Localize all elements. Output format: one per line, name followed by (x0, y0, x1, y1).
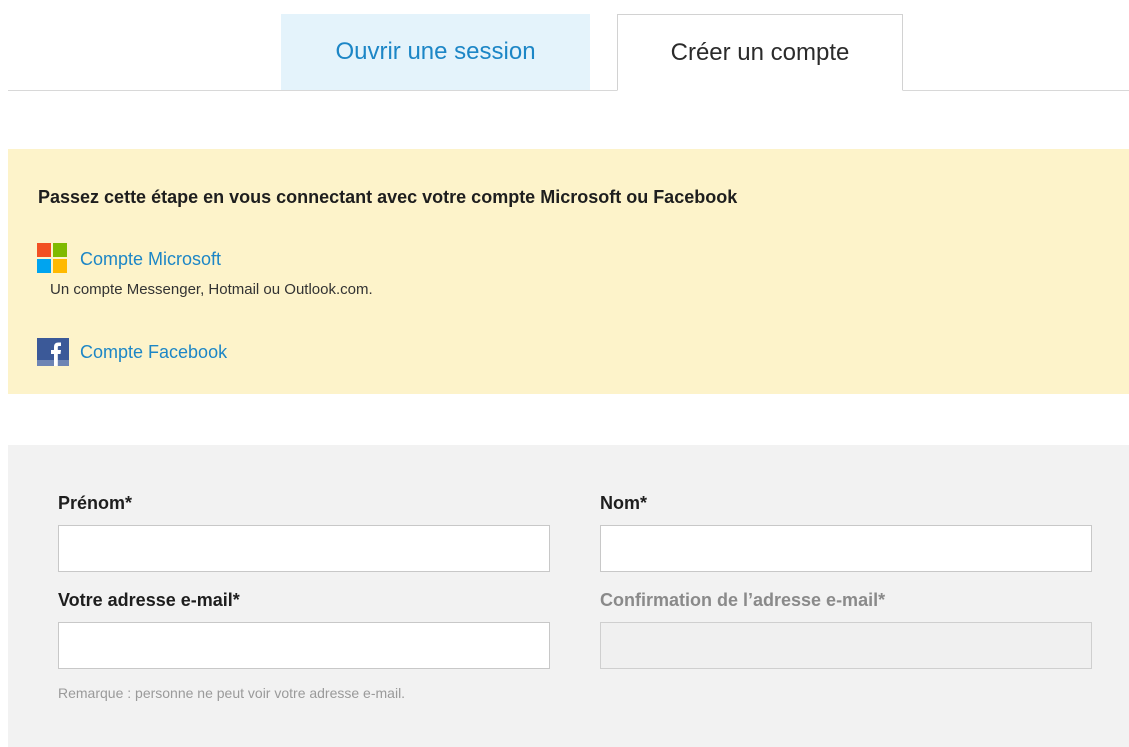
last-name-input[interactable] (600, 525, 1092, 572)
email-confirm-label: Confirmation de l’adresse e-mail* (600, 590, 886, 610)
registration-form: Prénom* Nom* Votre adresse e-mail* Confi… (8, 445, 1129, 747)
email-label: Votre adresse e-mail* (58, 590, 240, 610)
tab-sign-in[interactable]: Ouvrir une session (281, 14, 590, 90)
facebook-logo-icon (37, 338, 69, 366)
email-privacy-note: Remarque : personne ne peut voir votre a… (58, 685, 406, 701)
social-login-heading: Passez cette étape en vous connectant av… (38, 187, 738, 207)
tab-create-account-label: Créer un compte (670, 38, 850, 66)
first-name-input[interactable] (58, 525, 550, 572)
first-name-label: Prénom* (58, 493, 133, 513)
tab-divider (8, 90, 1129, 91)
facebook-account-link[interactable]: Compte Facebook (37, 338, 227, 366)
tab-create-account[interactable]: Créer un compte (617, 14, 903, 91)
microsoft-account-description: Un compte Messenger, Hotmail ou Outlook.… (50, 281, 373, 298)
last-name-label: Nom* (600, 493, 648, 513)
signup-page: Ouvrir une session Créer un compte Passe… (0, 0, 1129, 747)
social-login-panel: Passez cette étape en vous connectant av… (8, 149, 1129, 394)
email-confirm-input[interactable] (600, 622, 1092, 669)
microsoft-account-label: Compte Microsoft (80, 248, 222, 269)
facebook-account-label: Compte Facebook (80, 341, 228, 362)
microsoft-account-link[interactable]: Compte Microsoft (37, 243, 221, 275)
email-input[interactable] (58, 622, 550, 669)
tab-sign-in-label: Ouvrir une session (335, 38, 536, 65)
microsoft-logo-icon (37, 243, 69, 275)
